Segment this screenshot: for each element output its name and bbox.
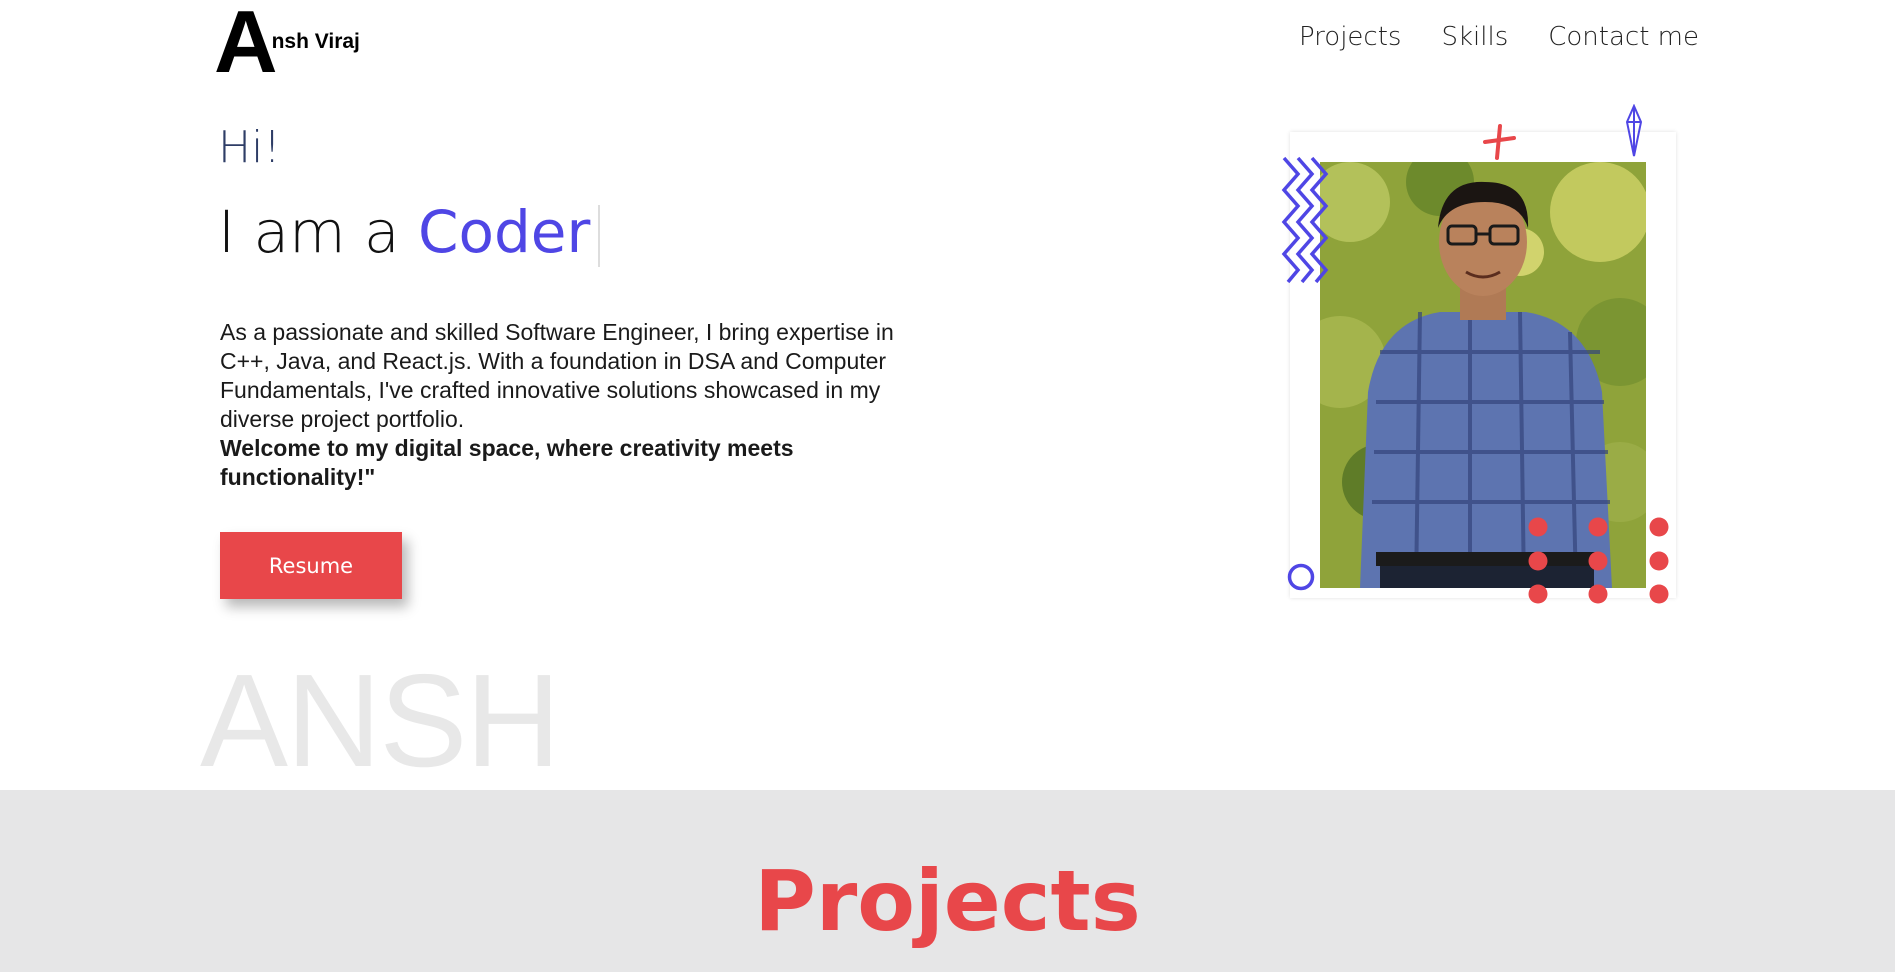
hero-heading-prefix: I am a bbox=[218, 198, 418, 266]
logo-text: nsh Viraj bbox=[271, 30, 360, 53]
zigzag-icon bbox=[1281, 156, 1329, 284]
logo[interactable]: A nsh Viraj bbox=[214, 0, 360, 91]
logo-letter: A bbox=[214, 0, 278, 91]
nav-link-skills[interactable]: Skills bbox=[1441, 22, 1508, 52]
nav-links: Projects Skills Contact me bbox=[1299, 22, 1699, 52]
name-watermark: ANSH bbox=[200, 647, 561, 794]
hero-welcome: Welcome to my digital space, where creat… bbox=[220, 435, 794, 490]
crystal-icon bbox=[1625, 104, 1643, 157]
dot-grid-icon bbox=[1528, 517, 1669, 604]
hero-greeting: Hi! bbox=[218, 122, 281, 173]
projects-title: Projects bbox=[754, 852, 1141, 950]
ring-icon bbox=[1287, 563, 1315, 591]
hero-heading: I am a Coder bbox=[218, 198, 601, 267]
nav-link-projects[interactable]: Projects bbox=[1299, 22, 1402, 52]
projects-section: Projects bbox=[0, 790, 1895, 972]
navbar: A nsh Viraj Projects Skills Contact me bbox=[0, 0, 1895, 95]
hero-description: As a passionate and skilled Software Eng… bbox=[220, 319, 894, 432]
resume-button[interactable]: Resume bbox=[220, 532, 402, 599]
nav-link-contact[interactable]: Contact me bbox=[1548, 22, 1699, 52]
hero-description-block: As a passionate and skilled Software Eng… bbox=[220, 318, 900, 492]
typing-caret bbox=[598, 205, 601, 267]
hero-role: Coder bbox=[418, 198, 591, 266]
plus-icon bbox=[1483, 124, 1516, 160]
